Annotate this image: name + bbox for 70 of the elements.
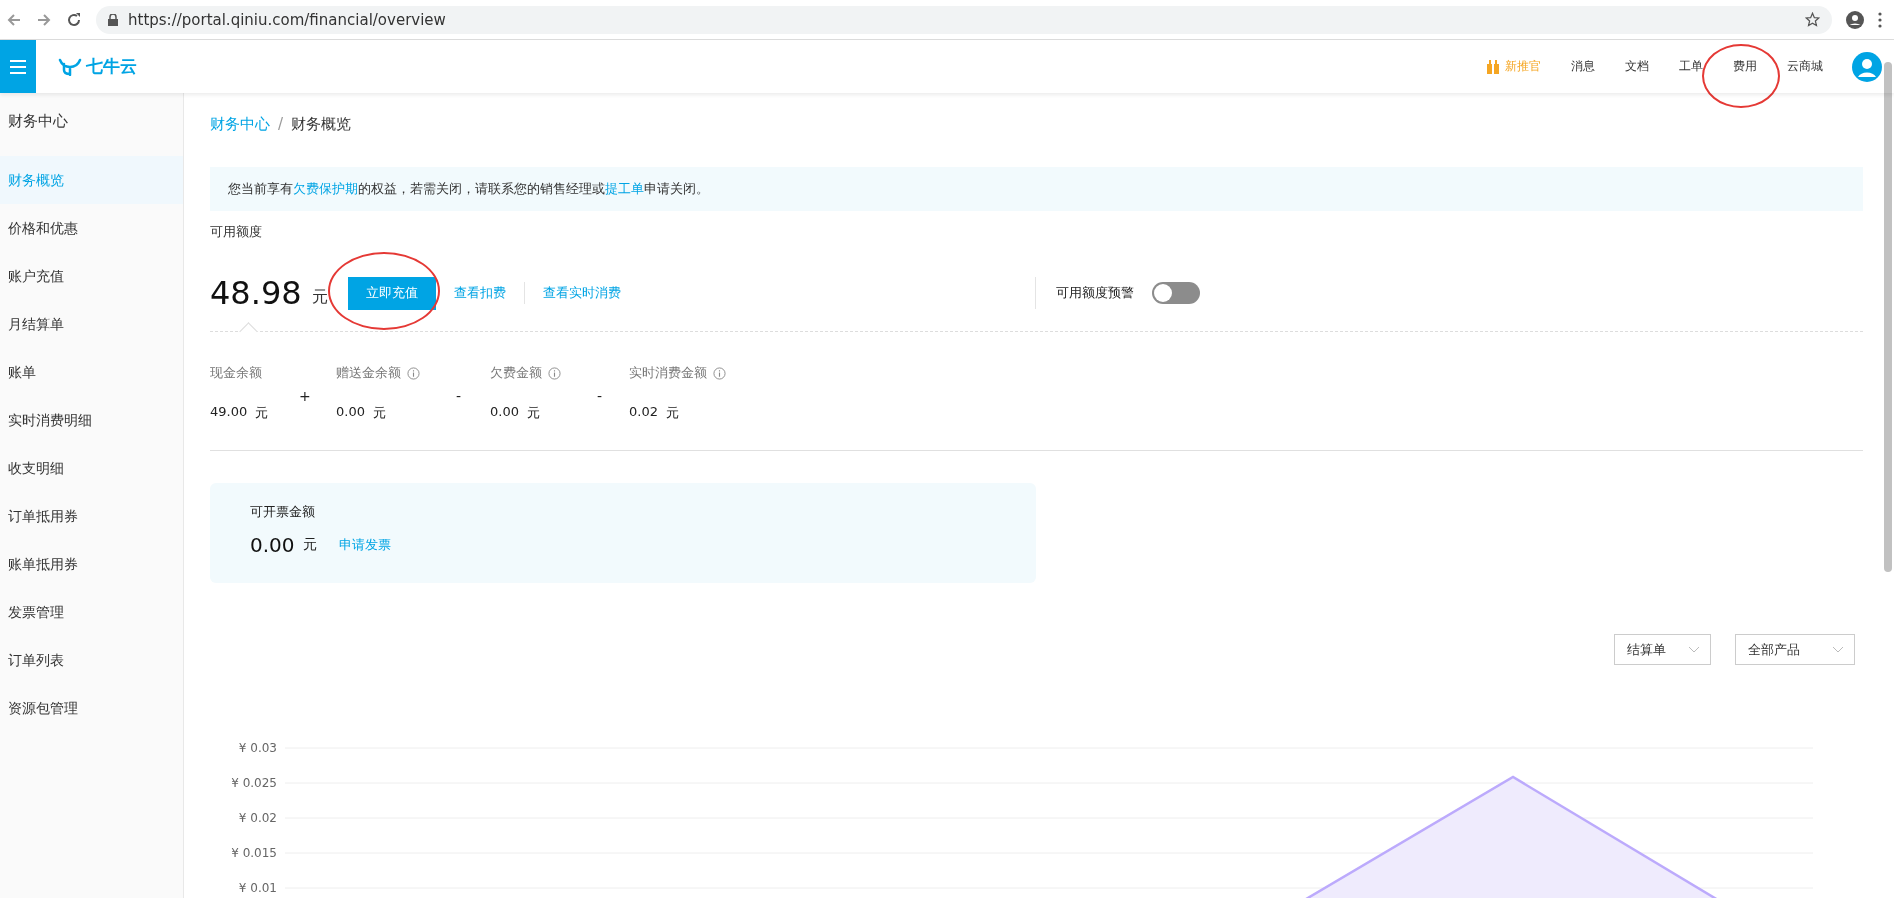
operator-sign: -: [597, 388, 603, 404]
info-icon[interactable]: [407, 366, 420, 380]
operator-sign: -: [456, 388, 462, 404]
axis-tick-label: ¥ 0.02: [238, 811, 277, 825]
sidebar-title: 财务中心: [7, 111, 69, 132]
notice-text: 您当前享有欠费保护期的权益，若需关闭，请联系您的销售经理或提工单申请关闭。: [228, 180, 709, 198]
sidebar-item[interactable]: 月结算单: [0, 300, 183, 348]
info-icon[interactable]: [548, 366, 561, 380]
more-icon[interactable]: [1878, 11, 1882, 28]
sidebar-item[interactable]: 账单: [0, 348, 183, 396]
metric-label: 欠费金额: [490, 364, 542, 382]
sidebar-item[interactable]: 价格和优惠: [0, 204, 183, 252]
alert-label: 可用额度预警: [1056, 284, 1134, 302]
invoice-label: 可开票金额: [250, 503, 316, 521]
metric-value: 0.00: [490, 404, 519, 421]
balance-amount: 48.98: [210, 274, 302, 312]
nav-link[interactable]: 费用: [1718, 58, 1772, 75]
menu-button[interactable]: [0, 40, 36, 93]
metric-label: 实时消费金额: [629, 364, 707, 382]
nav-link[interactable]: 云商城: [1772, 58, 1838, 75]
balance-label: 可用额度: [210, 223, 263, 241]
account-icon[interactable]: [1846, 10, 1864, 29]
axis-tick-label: ¥ 0.01: [238, 881, 277, 895]
chevron-down-icon: [1688, 646, 1700, 653]
axis-tick-label: ¥ 0.015: [231, 846, 277, 860]
sidebar-item[interactable]: 实时消费明细: [0, 396, 183, 444]
filter-select[interactable]: 结算单: [1614, 634, 1711, 665]
menu-icon: [10, 59, 26, 74]
logo-icon: [58, 57, 82, 76]
metric-unit: 元: [255, 404, 269, 422]
metric-label: 赠送金余额: [336, 364, 401, 382]
forward-icon[interactable]: [36, 11, 52, 28]
back-icon[interactable]: [6, 11, 22, 28]
invoice-amount: 0.00: [250, 533, 295, 557]
metric-unit: 元: [372, 404, 386, 422]
metric-value: 0.02: [629, 404, 658, 421]
reload-icon[interactable]: [66, 11, 82, 28]
sidebar-item[interactable]: 订单列表: [0, 636, 183, 684]
breadcrumb-item[interactable]: 财务概览: [291, 114, 352, 134]
nav-link[interactable]: 消息: [1556, 58, 1610, 75]
metric-label: 现金余额: [210, 364, 262, 382]
sidebar-item[interactable]: 账户充值: [0, 252, 183, 300]
sidebar-item[interactable]: 发票管理: [0, 588, 183, 636]
metric-value: 0.00: [336, 404, 365, 421]
nav-link[interactable]: 工单: [1664, 58, 1718, 75]
gift-icon: [1487, 59, 1499, 74]
info-icon[interactable]: [713, 366, 726, 380]
address-bar[interactable]: https://portal.qiniu.com/financial/overview: [96, 5, 1832, 34]
metric-unit: 元: [526, 404, 540, 422]
sidebar-item[interactable]: 收支明细: [0, 444, 183, 492]
sidebar-item[interactable]: 订单抵用券: [0, 492, 183, 540]
lock-icon: [108, 13, 118, 26]
avatar-icon[interactable]: [1852, 51, 1882, 82]
breadcrumb-separator: /: [278, 115, 284, 133]
operator-sign: +: [299, 388, 311, 404]
nav-link[interactable]: 文档: [1610, 58, 1664, 75]
star-icon[interactable]: [1805, 12, 1820, 27]
axis-tick-label: ¥ 0.025: [231, 776, 277, 790]
scrollbar[interactable]: [1884, 62, 1892, 572]
axis-tick-label: ¥ 0.03: [238, 741, 277, 755]
sidebar-item[interactable]: 资源包管理: [0, 684, 183, 732]
currency-unit: 元: [311, 286, 328, 308]
sidebar-item[interactable]: 账单抵用券: [0, 540, 183, 588]
metric-value: 49.00: [210, 404, 248, 421]
logo-text: 七牛云: [86, 55, 137, 78]
filter-select[interactable]: 全部产品: [1735, 634, 1855, 665]
alert-toggle[interactable]: [1152, 282, 1200, 304]
metric-unit: 元: [665, 404, 679, 422]
currency-unit: 元: [302, 536, 317, 554]
chevron-down-icon: [1832, 646, 1844, 653]
